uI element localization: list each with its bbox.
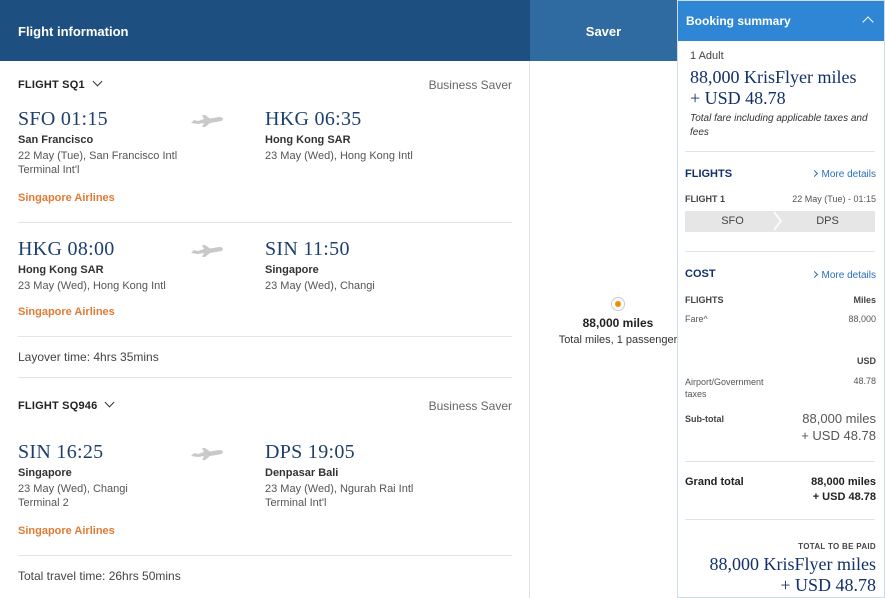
flight1-label: FLIGHT 1 (685, 194, 725, 204)
saver-column-header: Saver (530, 0, 677, 61)
departure-city: San Francisco (18, 134, 94, 146)
arrival: SIN 11:50 Singapore 23 May (Wed), Changi (265, 238, 375, 293)
taxes-label: Airport/Government taxes (685, 377, 764, 399)
airline-name: Singapore Airlines (18, 192, 115, 204)
departure-terminal: Terminal 2 (18, 497, 69, 509)
departure: SIN 16:25 Singapore 23 May (Wed), Changi… (18, 441, 128, 510)
fare-note: Total fare including applicable taxes an… (690, 113, 868, 138)
arrival-city: Denpasar Bali (265, 467, 339, 479)
cost-more-details-link[interactable]: More details (810, 270, 876, 281)
divider (18, 222, 512, 223)
airplane-icon (191, 245, 223, 257)
departure-time: SIN 16:25 (18, 441, 104, 463)
fare-class: Business Saver (428, 399, 512, 413)
chevron-down-icon (104, 397, 115, 408)
departure-terminal: Terminal Int'l (18, 164, 80, 176)
more-details-label: More details (821, 169, 876, 180)
layover-time: Layover time: 4hrs 35mins (18, 350, 159, 364)
flight-information-header: Flight information (0, 0, 530, 61)
fare-class: Business Saver (428, 78, 512, 92)
total-to-be-paid-value: 88,000 KrisFlyer miles + USD 48.78 (710, 554, 877, 596)
departure-city: Singapore (18, 467, 72, 479)
arrival-terminal: Terminal Int'l (265, 497, 327, 509)
usd-column-label: USD (856, 356, 876, 366)
route-to: DPS (816, 215, 839, 227)
departure-detail: 23 May (Wed), Changi (18, 483, 128, 495)
fare-value: 88,000 (848, 314, 876, 324)
subtotal-label: Sub-total (685, 414, 724, 424)
grand-total-value: 88,000 miles + USD 48.78 (811, 475, 876, 505)
arrival-detail: 23 May (Wed), Changi (265, 280, 375, 292)
arrival-detail: 23 May (Wed), Ngurah Rai Intl (265, 483, 414, 495)
arrival-detail: 23 May (Wed), Hong Kong Intl (265, 150, 413, 162)
airline-name: Singapore Airlines (18, 525, 115, 537)
summary-total-miles: 88,000 KrisFlyer miles (690, 67, 857, 87)
route-arrow (772, 211, 780, 231)
departure-detail: 23 May (Wed), Hong Kong Intl (18, 280, 166, 292)
passenger-count: 1 Adult (690, 50, 724, 62)
divider (685, 519, 875, 520)
chevron-right-icon (810, 169, 818, 178)
booking-summary-header[interactable]: Booking summary (678, 1, 884, 41)
total-to-be-paid-label: TOTAL TO BE PAID (798, 542, 876, 551)
arrival: DPS 19:05 Denpasar Bali 23 May (Wed), Ng… (265, 441, 413, 510)
divider (18, 377, 512, 378)
arrival-time: DPS 19:05 (265, 441, 355, 463)
divider (685, 151, 875, 152)
departure-detail: 22 May (Tue), San Francisco Intl (18, 150, 178, 162)
chevron-down-icon (92, 76, 103, 87)
departure-time: HKG 08:00 (18, 238, 115, 260)
booking-summary-panel: Booking summary 1 Adult 88,000 KrisFlyer… (677, 0, 885, 598)
summary-total: 88,000 KrisFlyer miles + USD 48.78 (690, 67, 857, 109)
divider (18, 336, 512, 337)
fare-label: Fare^ (685, 314, 708, 324)
route-bar: SFO DPS (685, 211, 875, 232)
grand-total-usd: + USD 48.78 (812, 491, 876, 503)
airplane-icon (191, 448, 223, 460)
subtotal-usd: + USD 48.78 (801, 428, 876, 443)
arrival: HKG 06:35 Hong Kong SAR 23 May (Wed), Ho… (265, 108, 413, 163)
to-pay-miles: 88,000 KrisFlyer miles (709, 554, 877, 574)
flight-label: FLIGHT SQ946 (18, 400, 98, 412)
miles-column-label: Miles (853, 295, 876, 305)
flights-heading: FLIGHTS (685, 168, 733, 180)
cost-heading: COST (685, 268, 716, 280)
route-from: SFO (721, 215, 744, 227)
divider (685, 251, 875, 252)
departure-time: SFO 01:15 (18, 108, 108, 130)
flights-more-details-link[interactable]: More details (810, 169, 876, 180)
arrival-time: HKG 06:35 (265, 108, 362, 130)
arrival-city: Singapore (265, 264, 319, 276)
departure: SFO 01:15 San Francisco 22 May (Tue), Sa… (18, 108, 177, 177)
total-travel-time: Total travel time: 26hrs 50mins (18, 569, 181, 583)
divider (18, 555, 512, 556)
arrival-city: Hong Kong SAR (265, 134, 351, 146)
airline-name: Singapore Airlines (18, 306, 115, 318)
flight-label: FLIGHT SQ1 (18, 79, 85, 91)
divider (685, 461, 875, 462)
subtotal-miles: 88,000 miles (802, 411, 876, 426)
to-pay-usd: + USD 48.78 (780, 575, 876, 595)
more-details-label: More details (821, 270, 876, 281)
booking-summary-title: Booking summary (686, 14, 791, 28)
taxes-value: 48.78 (853, 376, 876, 386)
grand-total-miles: 88,000 miles (811, 476, 876, 488)
departure-city: Hong Kong SAR (18, 264, 104, 276)
summary-total-usd: + USD 48.78 (690, 88, 786, 108)
airplane-icon (191, 115, 223, 127)
chevron-right-icon (810, 270, 818, 279)
flight1-date: 22 May (Tue) - 01:15 (792, 194, 876, 204)
chevron-up-icon (862, 16, 874, 28)
arrival-time: SIN 11:50 (265, 238, 350, 260)
subtotal-value: 88,000 miles + USD 48.78 (801, 410, 876, 444)
departure: HKG 08:00 Hong Kong SAR 23 May (Wed), Ho… (18, 238, 166, 293)
cost-flights-label: FLIGHTS (685, 295, 724, 305)
grand-total-label: Grand total (685, 476, 744, 488)
saver-radio-selected[interactable] (611, 297, 625, 311)
